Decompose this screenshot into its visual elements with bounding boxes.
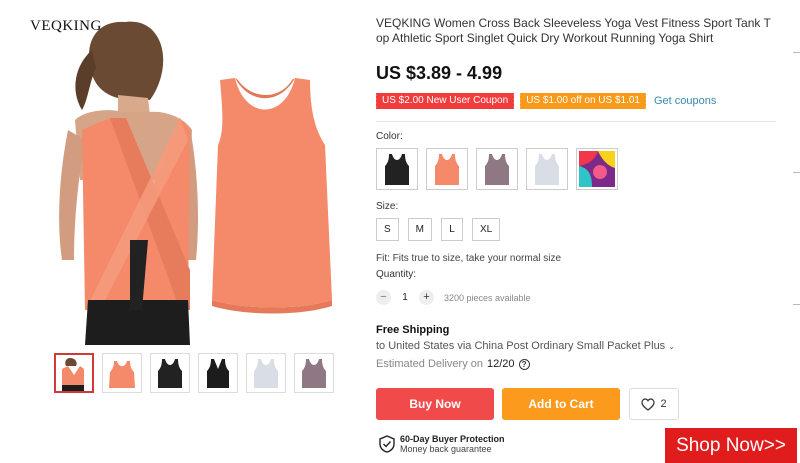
estimated-delivery: Estimated Delivery on 12/20 ? xyxy=(376,358,530,370)
size-option-s[interactable]: S xyxy=(376,218,399,241)
multicolor-tile-icon xyxy=(579,151,615,187)
buy-now-button[interactable]: Buy Now xyxy=(376,388,494,420)
heart-icon xyxy=(641,397,656,411)
size-option-l[interactable]: L xyxy=(441,218,464,241)
black-tank-icon xyxy=(385,154,409,185)
quantity-value[interactable]: 1 xyxy=(399,292,411,303)
coupon-row: US $2.00 New User Coupon US $1.00 off on… xyxy=(373,93,716,109)
thumbnail-strip xyxy=(54,353,334,393)
model-thumb-icon xyxy=(62,358,84,391)
wishlist-button[interactable]: 2 xyxy=(629,388,679,420)
brand-logo: VEQKING xyxy=(30,18,102,34)
chevron-down-icon: ⌄ xyxy=(668,342,675,351)
shipping-method-selector[interactable]: to United States via China Post Ordinary… xyxy=(376,340,675,352)
delivery-label: Estimated Delivery on xyxy=(376,358,483,370)
get-coupons-link[interactable]: Get coupons xyxy=(654,95,716,107)
shop-now-button[interactable]: Shop Now>> xyxy=(665,428,797,463)
fit-note: Fit: Fits true to size, take your normal… xyxy=(376,253,562,264)
divider xyxy=(376,121,776,122)
side-tick xyxy=(793,172,800,173)
help-icon[interactable]: ? xyxy=(518,358,530,370)
action-buttons: Buy Now Add to Cart 2 xyxy=(376,388,679,420)
black-tank-icon xyxy=(158,359,182,388)
side-tick xyxy=(793,304,800,305)
thumbnail-black-tank[interactable] xyxy=(150,353,190,393)
color-option-mauve[interactable] xyxy=(476,148,518,190)
size-option-m[interactable]: M xyxy=(407,218,433,241)
color-option-coral[interactable] xyxy=(426,148,468,190)
stock-available: 3200 pieces available xyxy=(444,292,531,303)
mauve-tank-icon xyxy=(302,359,326,388)
product-price: US $3.89 - 4.99 xyxy=(376,63,503,83)
quantity-decrease-button[interactable]: − xyxy=(376,290,391,305)
color-options xyxy=(376,148,618,190)
quantity-increase-button[interactable]: + xyxy=(419,290,434,305)
product-info-panel: VEQKING Women Cross Back Sleeveless Yoga… xyxy=(373,0,786,463)
product-photo-illustration xyxy=(59,21,332,345)
new-user-coupon[interactable]: US $2.00 New User Coupon xyxy=(373,93,517,109)
quantity-stepper: − 1 + 3200 pieces available xyxy=(376,290,531,305)
thumbnail-model-back[interactable] xyxy=(54,353,94,393)
color-option-white[interactable] xyxy=(526,148,568,190)
delivery-date: 12/20 xyxy=(487,358,515,370)
thumbnail-coral-tank[interactable] xyxy=(102,353,142,393)
mauve-tank-icon xyxy=(485,154,509,185)
coral-tank-icon xyxy=(435,154,459,185)
side-tick xyxy=(793,52,800,53)
thumbnail-mauve-tank[interactable] xyxy=(294,353,334,393)
white-tank-icon xyxy=(254,359,278,388)
image-gallery: VEQKING xyxy=(0,0,345,463)
protection-subtitle: Money back guarantee xyxy=(400,444,492,454)
coral-tank-icon xyxy=(109,361,135,388)
product-title: VEQKING Women Cross Back Sleeveless Yoga… xyxy=(376,16,771,45)
shield-icon xyxy=(379,435,395,453)
thumbnail-black-tank-back[interactable] xyxy=(198,353,238,393)
buyer-protection: 60-Day Buyer Protection Money back guara… xyxy=(379,434,505,454)
store-coupon[interactable]: US $1.00 off on US $1.01 xyxy=(518,93,648,109)
main-product-image[interactable] xyxy=(30,10,345,345)
size-option-xl[interactable]: XL xyxy=(472,218,501,241)
thumbnail-white-tank[interactable] xyxy=(246,353,286,393)
color-label: Color: xyxy=(376,131,403,142)
shipping-method: to United States via China Post Ordinary… xyxy=(376,340,666,352)
quantity-label: Quantity: xyxy=(376,269,417,280)
black-tank-back-icon xyxy=(207,359,229,388)
size-label: Size: xyxy=(376,201,399,212)
size-options: S M L XL xyxy=(376,218,501,241)
protection-title: 60-Day Buyer Protection xyxy=(400,434,505,444)
color-option-multicolor[interactable] xyxy=(576,148,618,190)
color-option-black[interactable] xyxy=(376,148,418,190)
shipping-title: Free Shipping xyxy=(376,324,450,336)
wishlist-count: 2 xyxy=(660,398,667,410)
white-tank-icon xyxy=(535,154,559,185)
add-to-cart-button[interactable]: Add to Cart xyxy=(502,388,620,420)
